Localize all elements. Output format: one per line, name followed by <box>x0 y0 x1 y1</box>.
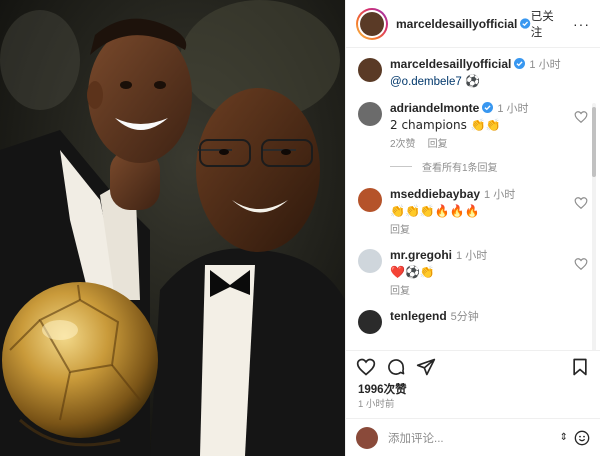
author-avatar-image <box>360 11 384 36</box>
comment-composer: 添加评论... ⇕ <box>346 418 600 456</box>
caption-mention[interactable]: @o.dembele7 <box>390 76 462 88</box>
verified-icon <box>514 58 526 69</box>
post-detail-panel: marceldesaillyofficial 已关注 ··· marceldes… <box>345 0 600 456</box>
comment-icon[interactable] <box>386 357 406 377</box>
heart-icon[interactable] <box>574 257 588 271</box>
comment-time: 1 小时 <box>497 103 529 115</box>
scrollbar[interactable] <box>590 103 598 350</box>
author-username[interactable]: marceldesaillyofficial <box>396 17 517 31</box>
author-avatar[interactable] <box>356 7 388 40</box>
share-icon[interactable] <box>416 357 436 377</box>
reply-button[interactable]: 回复 <box>390 286 410 297</box>
comment-text: 2 champions 👏👏 <box>390 118 501 132</box>
reply-button[interactable]: 回复 <box>390 225 410 236</box>
comment-row: mr.gregohi 1 小时 ❤️⚽👏 回复 <box>358 247 588 300</box>
soccer-ball-icon: ⚽ <box>464 74 480 88</box>
comment-time: 5分钟 <box>450 311 479 323</box>
comment-avatar[interactable] <box>358 249 382 273</box>
comment-username[interactable]: mseddiebaybay <box>390 187 480 201</box>
caption-row: marceldesaillyofficial 1 小时 @o.dembele7 ⚽ <box>358 56 588 90</box>
comment-avatar[interactable] <box>358 310 382 334</box>
heart-icon[interactable] <box>574 110 588 124</box>
comment-avatar[interactable] <box>358 188 382 212</box>
caption-time: 1 小时 <box>529 59 561 71</box>
following-button[interactable]: 已关注 <box>531 8 563 40</box>
comment-input[interactable]: 添加评论... <box>388 430 444 446</box>
emoji-icon[interactable] <box>574 430 590 446</box>
comment-username[interactable]: mr.gregohi <box>390 248 452 262</box>
caption-username[interactable]: marceldesaillyofficial <box>390 57 511 71</box>
comment-row: mseddiebaybay 1 小时 👏👏👏🔥🔥🔥 回复 <box>358 186 588 239</box>
heart-icon[interactable] <box>574 196 588 210</box>
caption-avatar[interactable] <box>358 58 382 82</box>
comment-likes[interactable]: 2次赞 <box>390 139 416 150</box>
comment-row: adriandelmonte 1 小时 2 champions 👏👏 2次赞 回复 <box>358 100 588 153</box>
heart-icon[interactable] <box>356 357 376 377</box>
post-header: marceldesaillyofficial 已关注 ··· <box>346 0 600 48</box>
comments-list[interactable]: marceldesaillyofficial 1 小时 @o.dembele7 ⚽… <box>346 48 600 350</box>
likes-count[interactable]: 1996次赞 <box>346 382 600 398</box>
comment-time: 1 小时 <box>484 189 516 201</box>
comment-username[interactable]: adriandelmonte <box>390 101 479 115</box>
post-photo-image <box>0 0 345 456</box>
bookmark-icon[interactable] <box>570 357 590 377</box>
comment-avatar[interactable] <box>358 102 382 126</box>
comment-row: tenlegend 5分钟 <box>358 308 588 334</box>
posted-time: 1 小时前 <box>358 399 395 410</box>
verified-icon <box>482 102 494 113</box>
comment-text: ❤️⚽👏 <box>390 265 435 279</box>
post-window: marceldesaillyofficial 已关注 ··· marceldes… <box>0 0 600 456</box>
view-replies-link[interactable]: 查看所有1条回复 <box>390 159 588 174</box>
more-icon[interactable]: ··· <box>573 16 590 32</box>
my-avatar <box>356 426 378 449</box>
comment-username[interactable]: tenlegend <box>390 309 447 323</box>
text-format-icon[interactable]: ⇕ <box>560 432 568 443</box>
comment-text: 👏👏👏🔥🔥🔥 <box>390 204 480 218</box>
post-actions <box>346 350 600 382</box>
reply-button[interactable]: 回复 <box>428 139 448 150</box>
post-photo[interactable] <box>0 0 345 456</box>
verified-icon <box>520 18 531 29</box>
comment-time: 1 小时 <box>456 250 488 262</box>
